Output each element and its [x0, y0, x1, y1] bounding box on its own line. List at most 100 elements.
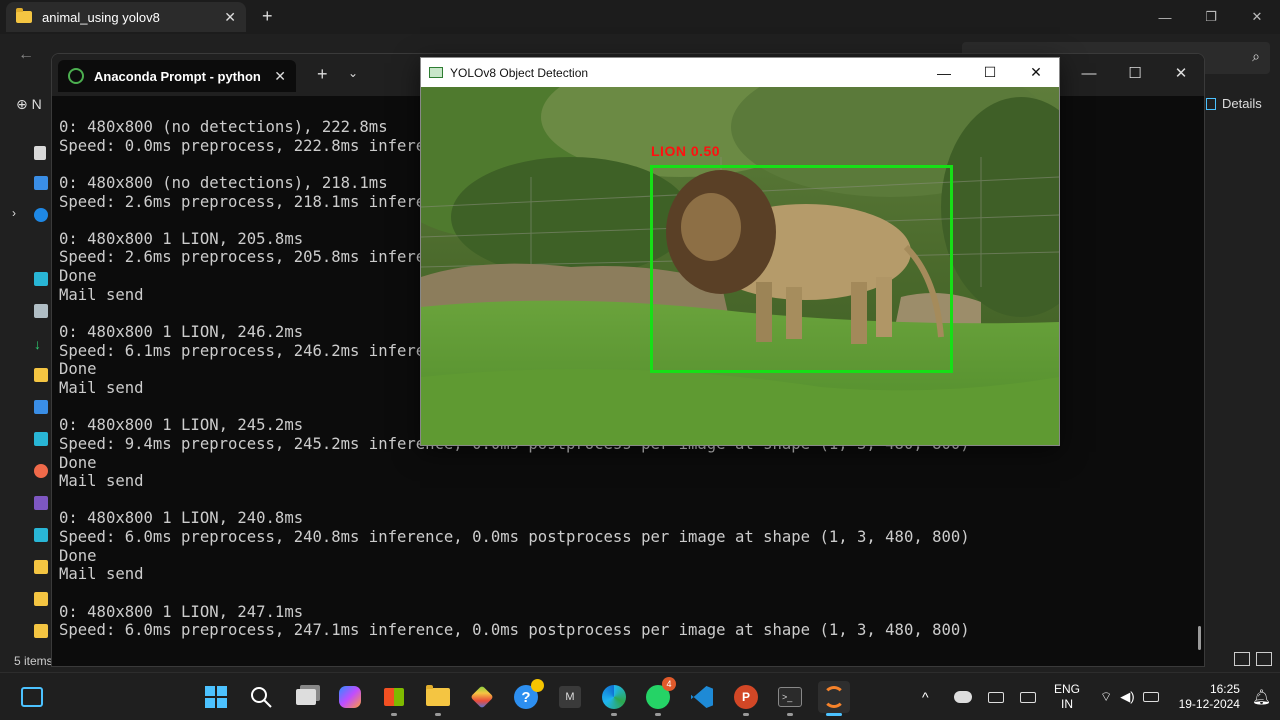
onedrive-cloud-icon[interactable] — [954, 691, 972, 703]
folder-icon — [426, 685, 450, 706]
wifi-icon[interactable]: ⌔ — [1100, 689, 1112, 705]
close-button[interactable]: ✕ — [1158, 54, 1204, 92]
chevron-down-icon[interactable]: ⌄ — [348, 66, 358, 80]
language-indicator[interactable]: ENG IN — [1054, 682, 1080, 712]
new-tab-button[interactable]: + — [317, 64, 328, 85]
terminal-line: Speed: 6.0ms preprocess, 240.8ms inferen… — [59, 528, 970, 547]
music-icon[interactable] — [34, 464, 48, 478]
videos-icon[interactable] — [34, 496, 48, 510]
yolo-detection-window[interactable]: YOLOv8 Object Detection — ☐ ✕ LION 0.50 — [371, 57, 1101, 446]
folder-icon[interactable] — [34, 560, 48, 574]
clock-date: 19-12-2024 — [1178, 697, 1240, 711]
system-tray: ^ ENG IN ⌔ ◀) 16:25 19-12-2024 🔔︎ — [922, 673, 1271, 720]
close-tab-icon[interactable]: ✕ — [224, 9, 236, 26]
folder-icon[interactable] — [34, 624, 48, 638]
chevron-up-icon[interactable]: ^ — [922, 689, 940, 705]
new-tab-button[interactable]: + — [262, 6, 273, 27]
terminal-line: Mail send — [59, 472, 144, 491]
documents-icon[interactable] — [34, 304, 48, 318]
vscode-button[interactable] — [686, 681, 718, 713]
yolo-window-controls: — ☐ ✕ — [921, 58, 1059, 87]
close-button[interactable]: ✕ — [1234, 0, 1280, 34]
store-button[interactable] — [378, 681, 410, 716]
running-indicator — [391, 713, 397, 716]
minimize-button[interactable]: — — [1066, 54, 1112, 92]
close-tab-icon[interactable]: ✕ — [274, 68, 286, 85]
drive-icon[interactable] — [34, 528, 48, 542]
pictures-icon[interactable] — [34, 400, 48, 414]
edge-button[interactable] — [598, 681, 630, 716]
keyboard-icon[interactable] — [988, 691, 1004, 703]
explorer-window-controls: — ❐ ✕ — [1142, 0, 1280, 34]
battery-icon[interactable] — [1142, 692, 1159, 702]
running-indicator — [611, 713, 617, 716]
tiles-view-button[interactable] — [1256, 652, 1272, 666]
back-arrow-icon[interactable]: ← — [18, 46, 34, 64]
yolo-window-title: YOLOv8 Object Detection — [450, 65, 589, 80]
volume-icon[interactable]: ◀) — [1120, 689, 1134, 705]
gallery-icon[interactable] — [34, 176, 48, 190]
new-label: N — [31, 96, 42, 112]
terminal-line: 0: 480x800 1 LION, 247.1ms — [59, 602, 304, 621]
notification-bell-icon[interactable]: 🔔︎ — [1252, 688, 1271, 706]
restore-button[interactable]: ❐ — [1188, 0, 1234, 34]
maximize-button[interactable]: ☐ — [1112, 54, 1158, 92]
details-button[interactable]: Details — [1206, 96, 1262, 111]
active-indicator — [826, 713, 842, 716]
folder-icon[interactable] — [34, 368, 48, 382]
task-view-button[interactable] — [290, 681, 322, 713]
anaconda-icon — [68, 68, 84, 84]
bluestacks-button[interactable] — [466, 681, 498, 713]
region-code: IN — [1061, 697, 1073, 711]
minimize-button[interactable]: — — [921, 58, 967, 87]
monitor-icon[interactable] — [34, 432, 48, 446]
widgets-icon — [21, 687, 43, 707]
widgets-button[interactable] — [16, 681, 48, 713]
maximize-button[interactable]: ☐ — [967, 58, 1013, 87]
copilot-button[interactable] — [334, 681, 366, 713]
onedrive-icon[interactable] — [34, 208, 48, 222]
video-frame: LION 0.50 — [371, 57, 1101, 445]
display-icon[interactable] — [1020, 691, 1036, 703]
downloads-icon[interactable]: ↓ — [34, 336, 48, 352]
whatsapp-button[interactable]: 4 — [642, 677, 676, 716]
terminal-button[interactable]: >_ — [774, 681, 806, 716]
terminal-tab[interactable]: Anaconda Prompt - python t ✕ — [58, 60, 296, 92]
desktop-icon[interactable] — [34, 272, 48, 286]
terminal-line: Mail send — [59, 565, 144, 584]
running-indicator — [743, 713, 749, 716]
search-button[interactable] — [245, 681, 277, 713]
details-label: Details — [1222, 96, 1262, 111]
m-app-button[interactable]: M — [554, 681, 586, 713]
edge-icon — [602, 685, 626, 709]
explorer-tab[interactable]: animal_using yolov8 ✕ — [6, 2, 246, 32]
terminal-line: 0: 480x800 1 LION, 240.8ms — [59, 509, 304, 528]
expand-chevron-icon[interactable]: › — [12, 206, 16, 220]
search-icon: ⌕ — [1252, 48, 1260, 64]
m-app-icon: M — [559, 686, 581, 708]
folder-icon[interactable] — [34, 592, 48, 606]
scrollbar-thumb[interactable] — [1198, 626, 1201, 650]
powerpoint-button[interactable]: P — [730, 681, 762, 716]
terminal-tab-title: Anaconda Prompt - python t — [94, 68, 265, 84]
help-button[interactable]: ? — [510, 679, 544, 713]
detection-bounding-box — [650, 165, 953, 373]
folder-icon — [16, 8, 32, 23]
details-view-button[interactable] — [1234, 652, 1250, 666]
close-button[interactable]: ✕ — [1013, 58, 1059, 87]
minimize-button[interactable]: — — [1142, 0, 1188, 34]
anaconda-button[interactable] — [818, 681, 850, 716]
clock[interactable]: 16:25 19-12-2024 — [1179, 682, 1240, 712]
start-button[interactable] — [200, 681, 232, 713]
home-icon[interactable] — [34, 146, 46, 160]
terminal-line: Done — [59, 546, 97, 565]
new-button[interactable]: ⊕ N — [16, 96, 42, 113]
file-explorer-button[interactable] — [422, 681, 454, 716]
vscode-icon — [691, 686, 713, 708]
notification-dot — [531, 679, 544, 692]
running-indicator — [435, 713, 441, 716]
unread-badge: 4 — [662, 677, 676, 691]
taskbar: ? M 4 P >_ ^ ENG IN ⌔ ◀) 16:25 19-12-202… — [0, 672, 1280, 720]
